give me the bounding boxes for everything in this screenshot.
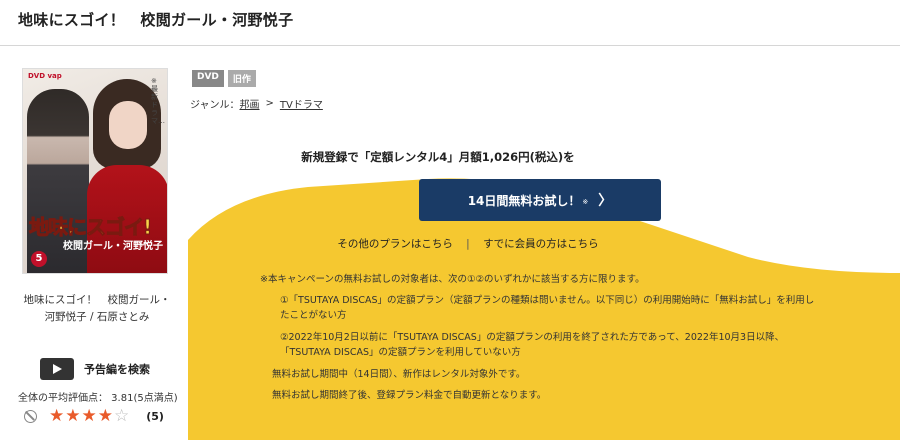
other-plans-link[interactable]: その他のプランはこちら — [337, 238, 453, 250]
cover-figure-face — [109, 101, 147, 149]
offer-headline: 新規登録で「定額レンタル4」月額1,026円(税込)を — [301, 150, 575, 164]
cover-brand: DVD vap — [28, 72, 62, 80]
cover-volume-badge: 5 — [31, 251, 47, 267]
genre-link-tv-drama[interactable]: TVドラマ — [280, 96, 323, 111]
star-filled-icon: ★ — [65, 406, 81, 426]
trailer-search-button[interactable]: 予告編を検索 — [40, 358, 150, 380]
notes-item-1: ①「TSUTAYA DISCAS」の定額プラン（定額プランの種類は問いません。以… — [280, 295, 815, 321]
star-filled-icon: ★ — [81, 406, 97, 426]
page: 地味にスゴイ！ 校閲ガール・河野悦子 DVD vap ※最新ドラマ… 地味にスゴ… — [0, 0, 900, 440]
genre-breadcrumb: ジャンル： 邦画 > TVドラマ — [190, 96, 323, 111]
format-badges: DVD 旧作 — [192, 70, 260, 87]
cover-logo-sub: 校閲ガール・河野悦子 — [63, 241, 163, 252]
genre-label: ジャンル： — [190, 100, 240, 111]
campaign-notes: ※本キャンペーンの無料お試しの対象者は、次の①②のいずれかに該当する方に限ります… — [260, 272, 820, 409]
notes-item-2: ②2022年10月2日以前に「TSUTAYA DISCAS」の定額プランの利用を… — [280, 332, 785, 358]
badge-old-release: 旧作 — [227, 70, 256, 87]
star-filled-icon: ★ — [49, 406, 65, 426]
chevron-right-icon: 〉 — [598, 193, 613, 209]
header-divider — [0, 45, 900, 46]
free-trial-button[interactable]: 14日間無料お試し！ ※ 〉 — [419, 179, 661, 221]
page-title: 地味にスゴイ！ 校閲ガール・河野悦子 — [18, 11, 294, 29]
rating-stars: ★ ★ ★ ★ ☆ — [49, 408, 130, 425]
cover-logo-main: 地味にスゴイ! — [28, 215, 152, 240]
cover-vertical-text: ※最新ドラマ… — [151, 77, 165, 125]
average-rating: 全体の平均評価点： 3.81(5点満点) — [18, 393, 178, 404]
notes-intro: ※本キャンペーンの無料お試しの対象者は、次の①②のいずれかに該当する方に限ります… — [260, 274, 645, 285]
rating-count[interactable]: (5) — [146, 410, 164, 423]
members-link[interactable]: すでに会員の方はこちら — [483, 238, 599, 250]
product-caption: 地味にスゴイ！ 校閲ガール・河野悦子 / 石原さとみ — [23, 294, 171, 323]
notes-footer-1: 無料お試し期間中（14日間）、新作はレンタル対象外です。 — [272, 369, 526, 380]
links-divider: | — [466, 238, 470, 250]
genre-separator: > — [265, 98, 274, 109]
free-trial-note-mark: ※ — [582, 198, 589, 206]
badge-dvd: DVD — [192, 70, 224, 87]
ban-icon[interactable] — [24, 410, 37, 423]
notes-footer-2: 無料お試し期間終了後、登録プラン料金で自動更新となります。 — [272, 390, 547, 401]
star-empty-icon: ☆ — [114, 406, 130, 426]
star-filled-icon: ★ — [97, 406, 113, 426]
genre-link-japanese-film[interactable]: 邦画 — [240, 96, 260, 111]
rating-row: ★ ★ ★ ★ ☆ (5) — [24, 408, 164, 425]
plan-links: その他のプランはこちら | すでに会員の方はこちら — [188, 236, 748, 251]
play-icon — [40, 358, 74, 380]
trailer-search-label: 予告編を検索 — [84, 363, 150, 376]
cover-image[interactable]: DVD vap ※最新ドラマ… 地味にスゴイ! 校閲ガール・河野悦子 5 — [22, 68, 168, 274]
free-trial-label: 14日間無料お試し！ — [467, 193, 581, 208]
